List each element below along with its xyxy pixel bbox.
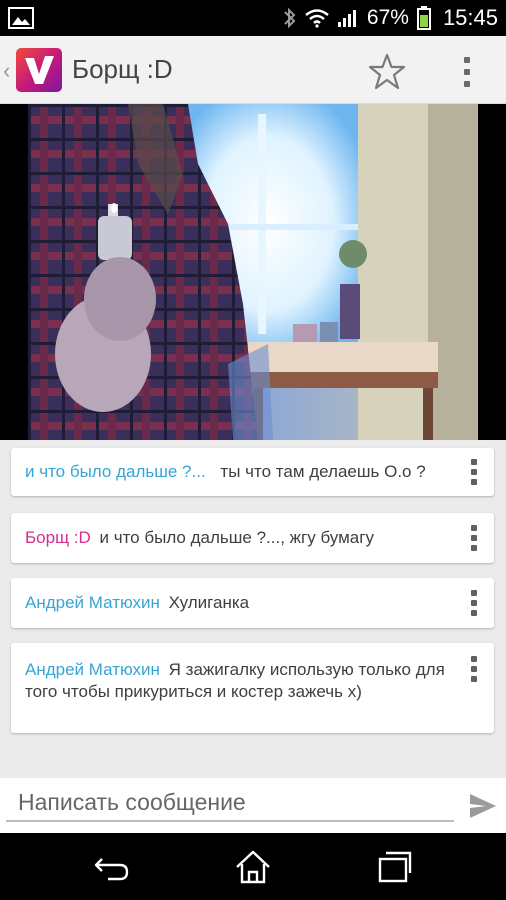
- send-icon[interactable]: [468, 792, 498, 820]
- message-text: ты что там делаешь О.о ?: [220, 462, 426, 481]
- message-card[interactable]: Андрей Матюхин Я зажигалку использую тол…: [11, 643, 494, 733]
- action-bar: ‹ Борщ :D: [0, 36, 506, 104]
- star-icon[interactable]: [365, 50, 409, 94]
- video-feed[interactable]: [28, 104, 478, 440]
- message-author[interactable]: Андрей Матюхин: [25, 593, 160, 612]
- recent-apps-icon[interactable]: [372, 845, 416, 889]
- navigation-bar: [0, 833, 506, 900]
- home-icon[interactable]: [231, 845, 275, 889]
- video-frame: [0, 104, 506, 440]
- message-author[interactable]: и что было дальше ?...: [25, 462, 206, 481]
- messages-list: и что было дальше ?... ты что там делаеш…: [0, 440, 506, 778]
- message-card[interactable]: Андрей Матюхин Хулиганка: [11, 578, 494, 628]
- up-chevron-icon[interactable]: ‹: [3, 58, 10, 84]
- clock: 15:45: [442, 5, 498, 30]
- bluetooth-icon: [284, 7, 296, 29]
- message-overflow-icon[interactable]: [466, 656, 482, 682]
- app-logo-v-icon: [25, 56, 54, 84]
- gallery-icon: [8, 7, 34, 29]
- composer-bar: [0, 778, 506, 833]
- app-logo[interactable]: [16, 48, 62, 92]
- signal-icon: [337, 10, 356, 27]
- message-author[interactable]: Андрей Матюхин: [25, 660, 160, 679]
- message-overflow-icon[interactable]: [466, 590, 482, 616]
- chat-title: Борщ :D: [72, 54, 173, 84]
- status-bar: 67% 15:45: [0, 0, 506, 36]
- battery-percent: 67%: [366, 6, 409, 29]
- message-text: Хулиганка: [168, 593, 250, 612]
- message-card[interactable]: Борщ :D и что было дальше ?..., жгу бума…: [11, 513, 494, 563]
- video-image: [28, 104, 478, 440]
- message-card[interactable]: и что было дальше ?... ты что там делаеш…: [11, 448, 494, 496]
- overflow-menu-icon[interactable]: [452, 50, 482, 94]
- battery-icon: [416, 6, 431, 30]
- message-overflow-icon[interactable]: [466, 525, 482, 551]
- wifi-icon: [305, 9, 329, 28]
- message-author[interactable]: Борщ :D: [25, 528, 91, 547]
- message-input[interactable]: [6, 784, 454, 822]
- back-icon[interactable]: [90, 845, 134, 889]
- message-overflow-icon[interactable]: [466, 459, 482, 485]
- message-text: и что было дальше ?..., жгу бумагу: [99, 528, 374, 547]
